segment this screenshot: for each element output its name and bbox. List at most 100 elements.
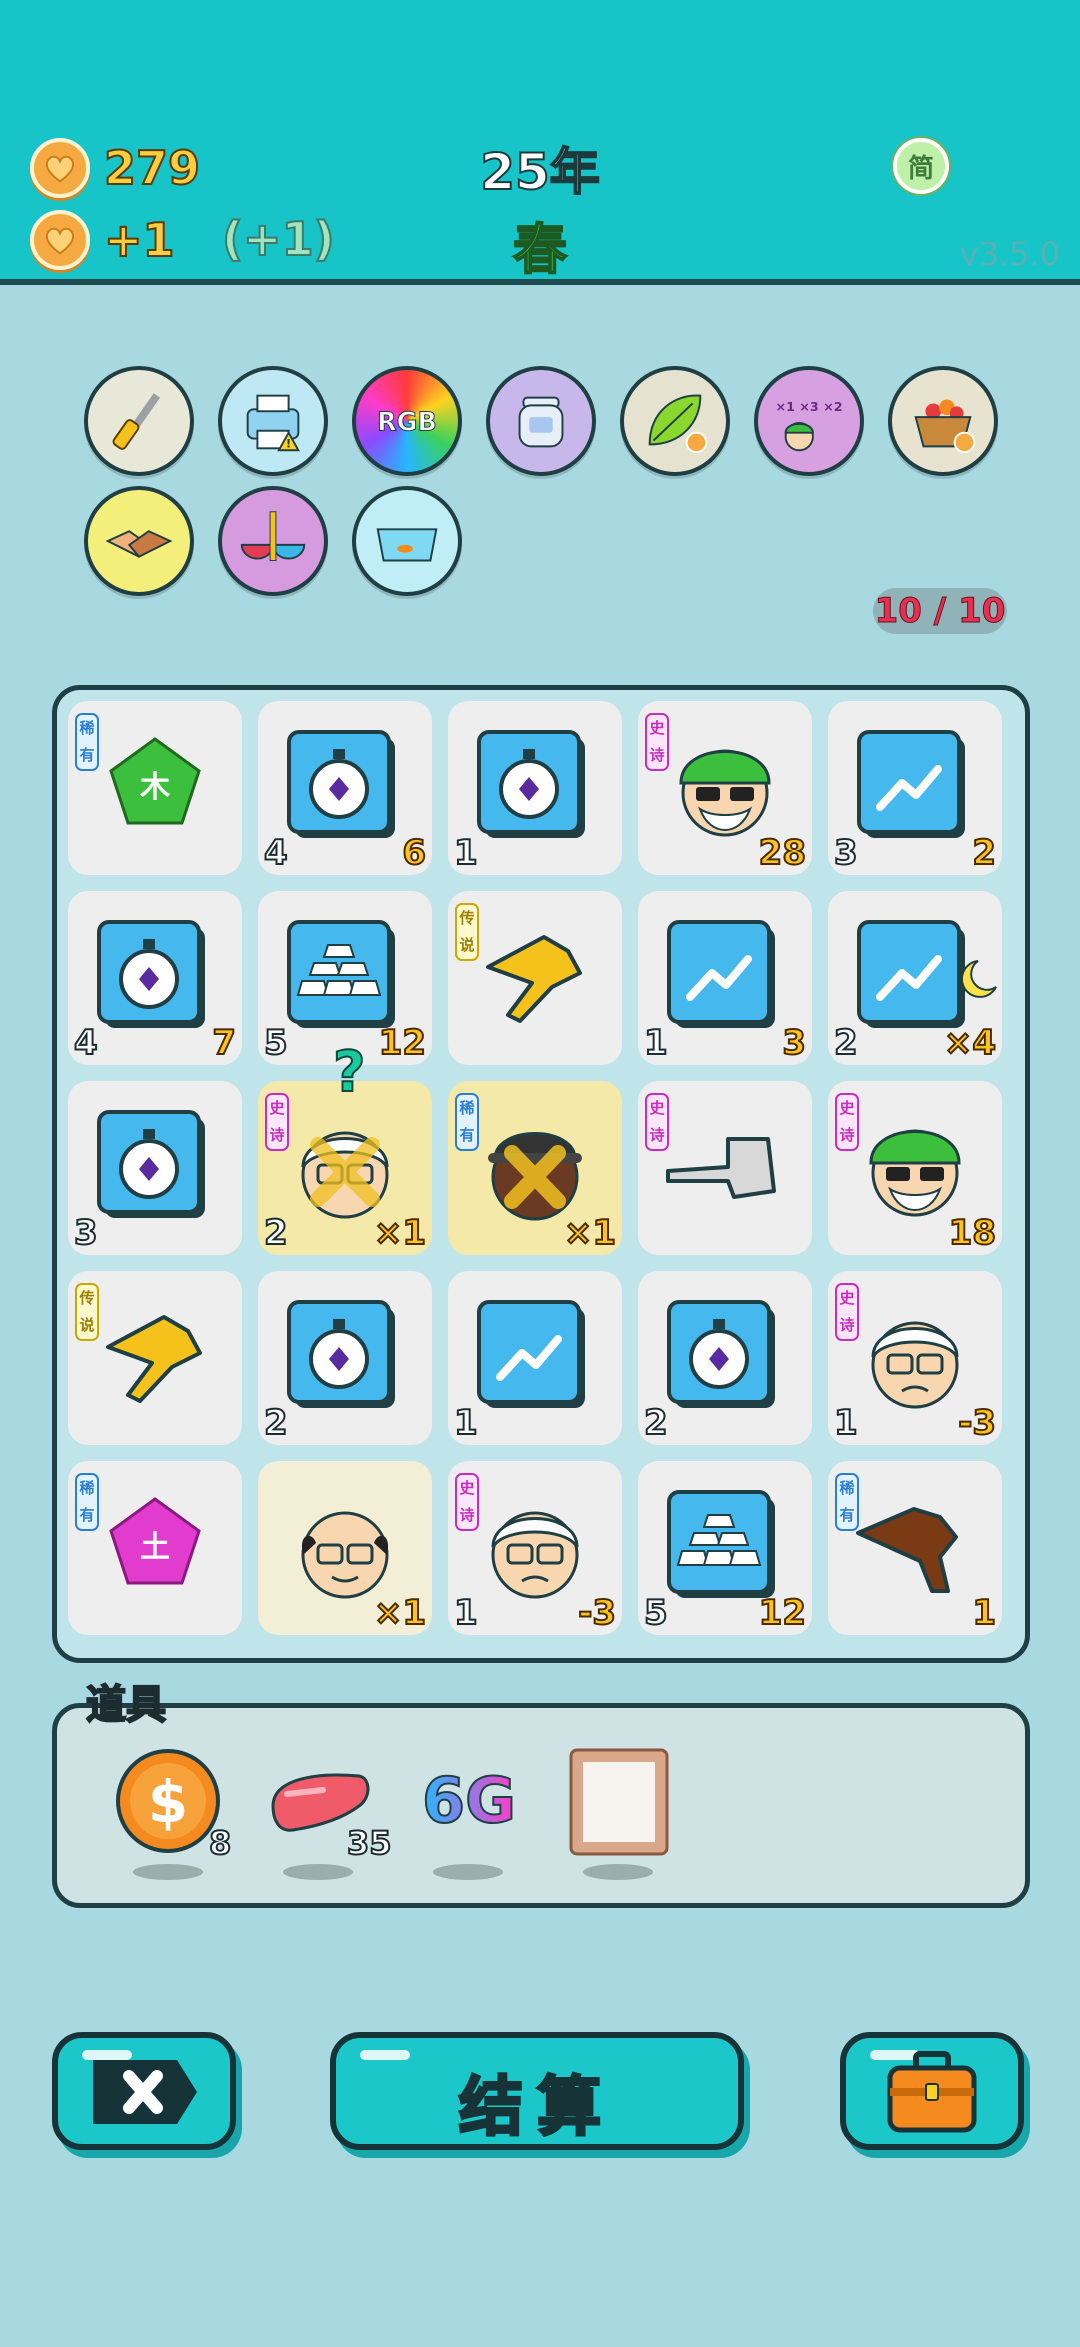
leaf-icon[interactable]	[620, 366, 730, 476]
board-cell[interactable]: 1	[448, 701, 622, 875]
svg-text:!: !	[286, 436, 291, 450]
screwdriver-icon[interactable]	[84, 366, 194, 476]
top-bar: 279 +1 (+1) 25年 春 简 v3.5.0	[0, 0, 1080, 285]
rarity-tag: 稀有	[75, 713, 99, 771]
printer-icon[interactable]: !	[218, 366, 328, 476]
rarity-tag: 传说	[455, 903, 479, 961]
cell-count: 5	[263, 1022, 289, 1064]
cell-value: ×1	[373, 1592, 427, 1634]
settle-button[interactable]: 结算	[330, 2032, 744, 2150]
briefcase-icon	[887, 2051, 977, 2133]
rarity-tag: 史诗	[265, 1093, 289, 1151]
multiplier-face-icon[interactable]: ×1 ×3 ×2	[754, 366, 864, 476]
svg-text:$: $	[148, 1768, 188, 1836]
svg-text:6G: 6G	[422, 1764, 516, 1837]
cell-count: 4	[263, 832, 289, 874]
cell-count: 1	[643, 1022, 669, 1064]
cell-value: -3	[957, 1402, 997, 1444]
element-char: 土	[140, 1530, 170, 1565]
board-cell[interactable]: 2 ×4	[828, 891, 1002, 1065]
dollar-coin-icon[interactable]: $ 8	[113, 1746, 233, 1880]
fruit-basket-icon[interactable]	[888, 366, 998, 476]
board-cell[interactable]: 2	[258, 1271, 432, 1445]
rarity-tag: 稀有	[835, 1473, 859, 1531]
rarity-tag: 传说	[75, 1283, 99, 1341]
cell-value: -3	[577, 1592, 617, 1634]
rarity-tag: 稀有	[75, 1473, 99, 1531]
rice-bowls-icon[interactable]	[218, 486, 328, 596]
board-cell[interactable]: 史诗 1 -3	[828, 1271, 1002, 1445]
board-cell[interactable]: 5 12	[638, 1461, 812, 1635]
board-cell[interactable]: 32	[828, 701, 1002, 875]
symbol-board: 木稀有 4 6 1 史诗 28 3 2 4 7 5 12 传说 1 3 2 ×4 3 史诗 2 ×1 稀有 ×1 史诗 史诗 18…	[52, 685, 1030, 1663]
cell-value: 2	[971, 832, 997, 874]
cell-count: 1	[453, 1592, 479, 1634]
board-cell[interactable]: 木 稀有	[68, 701, 242, 875]
board-cell[interactable]: 史诗 1 -3	[448, 1461, 622, 1635]
cell-value: 18	[948, 1212, 997, 1254]
cell-count: 2	[833, 1022, 859, 1064]
cell-count: 2	[263, 1402, 289, 1444]
svg-text:×1 ×3 ×2: ×1 ×3 ×2	[775, 399, 842, 414]
relic-bar: ! RGB ×1 ×3 ×2	[80, 362, 1010, 602]
rarity-tag: 史诗	[835, 1283, 859, 1341]
rgb-icon[interactable]: RGB	[352, 366, 462, 476]
bag-button[interactable]	[840, 2032, 1024, 2150]
cancel-icon	[93, 2060, 197, 2124]
settle-label: 结算	[458, 2070, 615, 2147]
cell-count: 5	[643, 1592, 669, 1634]
rarity-tag: 稀有	[455, 1093, 479, 1151]
language-toggle-button[interactable]: 简	[893, 138, 949, 194]
liver-icon[interactable]: 35	[263, 1746, 393, 1880]
cell-count: 1	[453, 1402, 479, 1444]
cell-count: 4	[73, 1022, 99, 1064]
handshake-icon[interactable]	[84, 486, 194, 596]
board-cell[interactable]: 传说	[68, 1271, 242, 1445]
fish-tank-icon[interactable]	[352, 486, 462, 596]
cell-value: ×1	[563, 1212, 617, 1254]
board-cell[interactable]: 传说	[448, 891, 622, 1065]
mirror-frame-icon[interactable]	[563, 1746, 683, 1880]
cell-value: ×4	[943, 1022, 997, 1064]
board-cell[interactable]: 史诗 28	[638, 701, 812, 875]
cell-value: 28	[758, 832, 807, 874]
rarity-tag: 史诗	[645, 1093, 669, 1151]
6g-icon[interactable]: 6G	[413, 1746, 533, 1880]
relic-counter: 10 / 10	[873, 588, 1007, 634]
liver-item-count: 35	[346, 1823, 393, 1863]
cell-count: 1	[453, 832, 479, 874]
cell-count: 2	[263, 1212, 289, 1254]
board-cell[interactable]: 稀有 ×1	[448, 1081, 622, 1255]
cell-value: 7	[211, 1022, 237, 1064]
cell-count: 1	[833, 1402, 859, 1444]
board-cell[interactable]: 史诗 2 ×1	[258, 1081, 432, 1255]
board-cell[interactable]: 史诗	[638, 1081, 812, 1255]
cell-value: 3	[781, 1022, 807, 1064]
question-mark: ?	[332, 1039, 367, 1106]
coin-item-count: 8	[208, 1823, 232, 1863]
cell-value: 1	[971, 1592, 997, 1634]
board-cell[interactable]: ×1	[258, 1461, 432, 1635]
board-cell[interactable]: 2	[638, 1271, 812, 1445]
element-char: 木	[139, 770, 170, 805]
board-cell[interactable]: 稀有 1	[828, 1461, 1002, 1635]
board-cell[interactable]: 5 12	[258, 891, 432, 1065]
board-cell[interactable]: 46	[258, 701, 432, 875]
board-cell[interactable]: 1	[448, 1271, 622, 1445]
items-title: 道具	[85, 1681, 167, 1729]
cancel-button[interactable]	[52, 2032, 236, 2150]
board-cell[interactable]: 土 稀有	[68, 1461, 242, 1635]
svg-text:RGB: RGB	[377, 407, 437, 437]
board-cell[interactable]: 3	[68, 1081, 242, 1255]
cell-count: 3	[833, 832, 859, 874]
version-label: v3.5.0	[959, 235, 1060, 273]
board-cell[interactable]: 47	[68, 891, 242, 1065]
cell-value: ×1	[373, 1212, 427, 1254]
jar-icon[interactable]	[486, 366, 596, 476]
season-label: 春	[512, 217, 568, 282]
board-cell[interactable]: 13	[638, 891, 812, 1065]
items-panel: $ 8 35 6G	[52, 1703, 1030, 1908]
board-cell[interactable]: 史诗 18	[828, 1081, 1002, 1255]
cell-value: 6	[401, 832, 427, 874]
rarity-tag: 史诗	[455, 1473, 479, 1531]
